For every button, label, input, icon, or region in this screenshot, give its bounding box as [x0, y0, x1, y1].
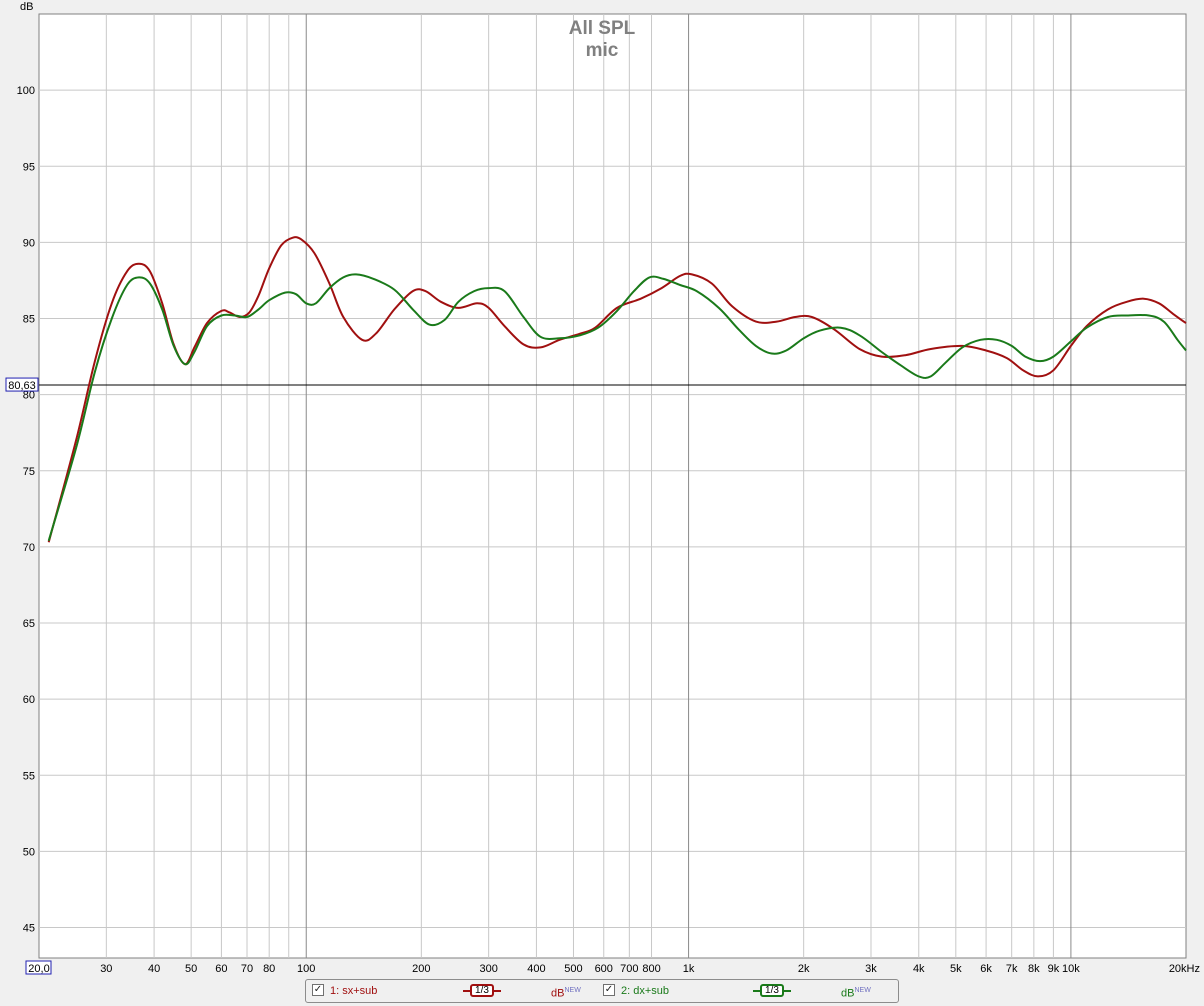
- x-tick-label: 3k: [865, 963, 877, 975]
- y-tick-label: 50: [23, 846, 35, 858]
- x-tick-label: 6k: [980, 963, 992, 975]
- x-tick-label: 70: [241, 963, 253, 975]
- series-1-smoothing[interactable]: 1/3: [470, 984, 494, 997]
- series-2-smoothing[interactable]: 1/3: [760, 984, 784, 997]
- y-tick-label: 100: [17, 85, 35, 97]
- x-tick-label: 20,0: [28, 963, 49, 975]
- x-tick-label: 80: [263, 963, 275, 975]
- x-tick-label: 2k: [798, 963, 810, 975]
- y-tick-labels: 4550556065707580859095100: [17, 85, 35, 934]
- series-1-checkbox[interactable]: ✓: [312, 984, 324, 996]
- x-tick-label: 40: [148, 963, 160, 975]
- legend-entry-1: ✓ 1: sx+sub 1/3 dBNEW: [306, 980, 603, 1002]
- x-tick-label: 7k: [1006, 963, 1018, 975]
- x-tick-label: 400: [527, 963, 545, 975]
- x-tick-labels: 20,0 30 40 50 60 70 80 100 200 300 400 500 600 700 800…: [25, 960, 1200, 975]
- x-tick-label: 1k: [683, 963, 695, 975]
- x-tick-label: 300: [479, 963, 497, 975]
- y-axis-label: dB: [20, 1, 33, 13]
- reference-value-label: 80,63: [8, 380, 36, 392]
- y-tick-label: 70: [23, 542, 35, 554]
- x-tick-label: 200: [412, 963, 430, 975]
- x-tick-label: 800: [642, 963, 660, 975]
- x-tick-label: 50: [185, 963, 197, 975]
- x-tick-label: 700: [620, 963, 638, 975]
- legend-entry-2: ✓ 2: dx+sub 1/3 dBNEW: [603, 980, 900, 1002]
- series-2-name: 2: dx+sub: [621, 985, 670, 997]
- x-tick-label: 20kHz: [1169, 963, 1200, 975]
- spl-chart: 45 50 55 60 65 70 75 80 85 90 95 100 20,0 30 40 50 60 70…: [5, 1, 1200, 975]
- y-tick-label: 45: [23, 923, 35, 935]
- plot-area: [38, 13, 1187, 959]
- y-tick-label: 95: [23, 161, 35, 173]
- chart-subtitle: mic: [586, 40, 619, 61]
- y-tick-label: 60: [23, 694, 35, 706]
- x-tick-label: 4k: [913, 963, 925, 975]
- x-tick-label: 30: [100, 963, 112, 975]
- y-tick-label: 90: [23, 237, 35, 249]
- x-tick-label: 60: [215, 963, 227, 975]
- series-2-unit[interactable]: dBNEW: [841, 980, 871, 1005]
- x-tick-label: 8k: [1028, 963, 1040, 975]
- legend-bar: ✓ 1: sx+sub 1/3 dBNEW ✓ 2: dx+sub 1/3 dB…: [305, 979, 899, 1003]
- x-tick-label: 100: [297, 963, 315, 975]
- x-tick-label: 10k: [1062, 963, 1080, 975]
- chart-title: All SPL: [569, 18, 636, 39]
- series-1-unit[interactable]: dBNEW: [551, 980, 581, 1005]
- y-tick-label: 85: [23, 314, 35, 326]
- x-tick-label: 5k: [950, 963, 962, 975]
- y-tick-label: 65: [23, 618, 35, 630]
- y-tick-label: 55: [23, 770, 35, 782]
- x-tick-label: 9k: [1048, 963, 1060, 975]
- x-tick-label: 600: [595, 963, 613, 975]
- series-1-name: 1: sx+sub: [330, 985, 378, 997]
- series-2-checkbox[interactable]: ✓: [603, 984, 615, 996]
- y-tick-label: 75: [23, 466, 35, 478]
- x-tick-label: 500: [564, 963, 582, 975]
